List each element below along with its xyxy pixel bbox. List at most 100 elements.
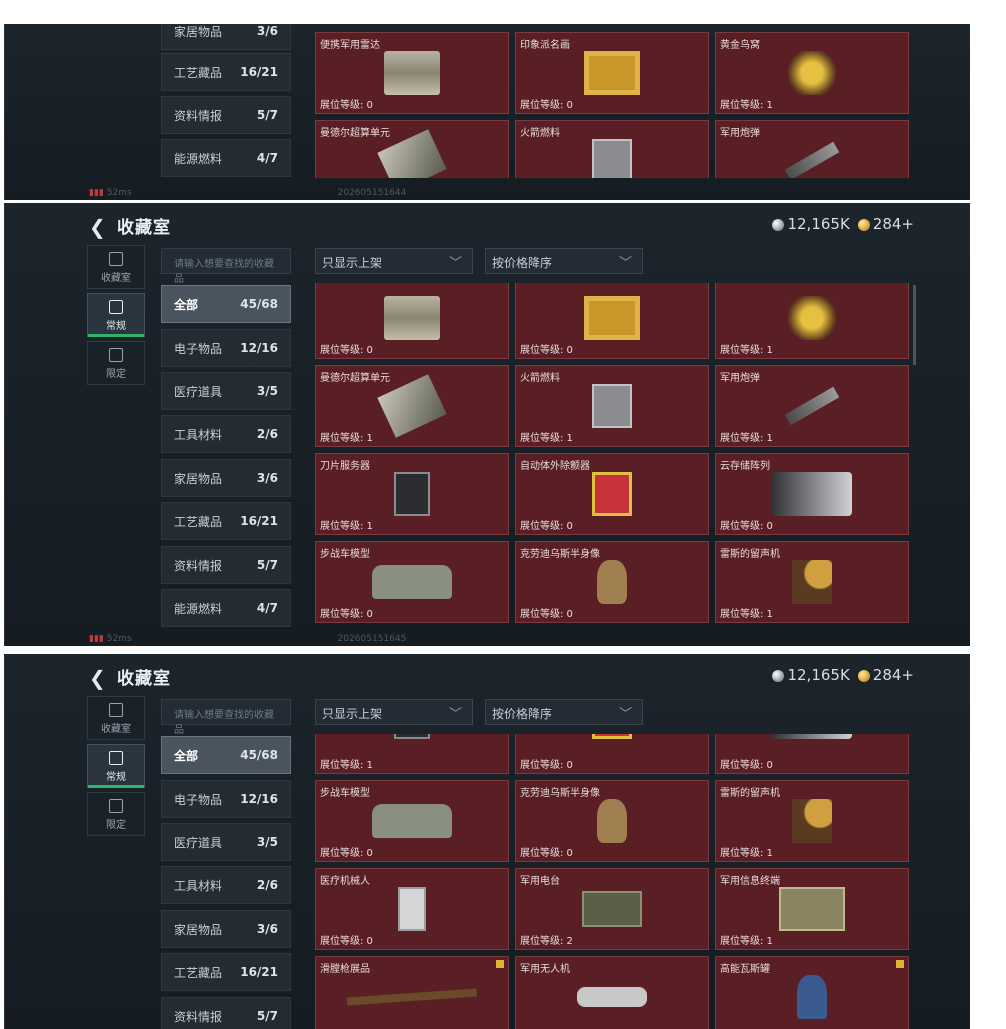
server-icon xyxy=(394,472,430,516)
item-card[interactable]: 雷斯的留声机 展位等级: 1 xyxy=(715,541,909,623)
sidebar-item-limited[interactable]: 限定 xyxy=(87,341,145,385)
sidebar-item-collection[interactable]: 收藏室 xyxy=(87,696,145,740)
item-card[interactable]: 黄金鸟窝 展位等级: 1 xyxy=(715,32,909,114)
gold-nest-icon xyxy=(784,51,840,95)
item-card[interactable]: 步战车模型 展位等级: 0 xyxy=(315,541,509,623)
fuel-can-icon xyxy=(592,139,632,178)
item-card[interactable]: 印象派名画 展位等级: 0 xyxy=(515,32,709,114)
item-card[interactable]: 克劳迪乌斯半身像 展位等级: 0 xyxy=(515,780,709,862)
shell-icon xyxy=(784,141,840,178)
filter-dropdown[interactable]: 只显示上架 ﹀ xyxy=(315,699,473,725)
bust-icon xyxy=(597,799,627,843)
sort-dropdown[interactable]: 按价格降序 ﹀ xyxy=(485,248,643,274)
silver-coin-icon xyxy=(772,669,785,682)
item-card[interactable]: 火箭燃料 展位等级: 1 xyxy=(515,365,709,447)
item-card[interactable]: 展位等级: 1 xyxy=(715,283,909,359)
category-crafts[interactable]: 工艺藏品 16/21 xyxy=(161,502,291,540)
sidebar-item-regular[interactable]: 常规 xyxy=(87,293,145,337)
chevron-down-icon: ﹀ xyxy=(618,256,632,271)
item-card[interactable]: 曼德尔超算单元 xyxy=(315,120,509,178)
category-electronics[interactable]: 电子物品 12/16 xyxy=(161,329,291,367)
storage-icon xyxy=(772,472,852,516)
server-icon xyxy=(394,734,430,739)
fuel-can-icon xyxy=(592,384,632,428)
item-card[interactable]: 火箭燃料 xyxy=(515,120,709,178)
drone-icon xyxy=(577,987,647,1007)
new-badge xyxy=(496,960,504,968)
radar-icon xyxy=(384,51,440,95)
category-intel[interactable]: 资料情报 5/7 xyxy=(161,546,291,584)
category-intel[interactable]: 资料情报 5/7 xyxy=(161,96,291,134)
header: ❮ 收藏室 12,165K 284+ xyxy=(5,654,970,700)
item-card[interactable]: 滑膛枪展品 xyxy=(315,956,509,1029)
status-bar: ▮▮▮ 52ms 202605151644 xyxy=(89,188,407,198)
item-card[interactable]: 展位等级: 1 xyxy=(315,734,509,774)
collection-panel-mid: ❮ 收藏室 12,165K 284+ 收藏室 常规 限定 请输入想要查找的收藏品… xyxy=(4,203,970,646)
item-card[interactable]: 军用信息终端 展位等级: 1 xyxy=(715,868,909,950)
category-tools[interactable]: 工具材料 2/6 xyxy=(161,415,291,453)
sidebar-item-regular[interactable]: 常规 xyxy=(87,744,145,788)
collection-panel-bottom: ❮ 收藏室 12,165K 284+ 收藏室 常规 限定 请输入想要查找的收藏品… xyxy=(4,654,970,1029)
item-card[interactable]: 军用炮弹 展位等级: 1 xyxy=(715,365,909,447)
item-card[interactable]: 展位等级: 0 xyxy=(315,283,509,359)
radar-icon xyxy=(384,296,440,340)
status-bar: ▮▮▮ 52ms 202605151645 xyxy=(89,634,407,644)
item-card[interactable]: 云存储阵列 展位等级: 0 xyxy=(715,453,909,535)
search-input[interactable]: 请输入想要查找的收藏品 xyxy=(161,699,291,736)
category-home[interactable]: 家居物品 3/6 xyxy=(161,24,291,50)
category-medical[interactable]: 医疗道具 3/5 xyxy=(161,372,291,410)
category-home[interactable]: 家居物品 3/6 xyxy=(161,910,291,948)
item-card[interactable]: 高能瓦斯罐 xyxy=(715,956,909,1029)
chevron-down-icon: ﹀ xyxy=(618,707,632,722)
item-card[interactable]: 展位等级: 0 xyxy=(515,283,709,359)
gold-coin-icon xyxy=(857,218,870,231)
robot-icon xyxy=(398,887,426,931)
ifv-icon xyxy=(372,565,452,599)
category-all[interactable]: 全部 45/68 xyxy=(161,736,291,774)
sort-dropdown[interactable]: 按价格降序 ﹀ xyxy=(485,699,643,725)
category-energy[interactable]: 能源燃料 4/7 xyxy=(161,139,291,177)
category-electronics[interactable]: 电子物品 12/16 xyxy=(161,780,291,818)
item-card[interactable]: 自动体外除颤器 展位等级: 0 xyxy=(515,453,709,535)
signal-icon: ▮▮▮ xyxy=(89,634,107,644)
category-intel[interactable]: 资料情报 5/7 xyxy=(161,997,291,1029)
category-medical[interactable]: 医疗道具 3/5 xyxy=(161,823,291,861)
regular-icon xyxy=(109,751,123,765)
item-card[interactable]: 刀片服务器 展位等级: 1 xyxy=(315,453,509,535)
gas-tank-icon xyxy=(797,975,827,1019)
filter-dropdown[interactable]: 只显示上架 ﹀ xyxy=(315,248,473,274)
back-arrow-icon[interactable]: ❮ xyxy=(89,215,115,239)
category-tools[interactable]: 工具材料 2/6 xyxy=(161,866,291,904)
limited-icon xyxy=(109,348,123,362)
item-card[interactable]: 雷斯的留声机 展位等级: 1 xyxy=(715,780,909,862)
back-arrow-icon[interactable]: ❮ xyxy=(89,666,115,690)
item-card[interactable]: 军用电台 展位等级: 2 xyxy=(515,868,709,950)
item-card[interactable]: 展位等级: 0 xyxy=(515,734,709,774)
category-all[interactable]: 全部 45/68 xyxy=(161,285,291,323)
chevron-down-icon: ﹀ xyxy=(448,256,462,271)
sidebar-item-collection[interactable]: 收藏室 xyxy=(87,245,145,289)
header: ❮ 收藏室 12,165K 284+ xyxy=(5,203,970,249)
search-input[interactable]: 请输入想要查找的收藏品 xyxy=(161,248,291,285)
item-card[interactable]: 军用无人机 xyxy=(515,956,709,1029)
sidebar-item-limited[interactable]: 限定 xyxy=(87,792,145,836)
category-home[interactable]: 家居物品 3/6 xyxy=(161,459,291,497)
category-crafts[interactable]: 工艺藏品 16/21 xyxy=(161,53,291,91)
signal-icon: ▮▮▮ xyxy=(89,188,107,198)
item-card[interactable]: 步战车模型 展位等级: 0 xyxy=(315,780,509,862)
phonograph-icon xyxy=(792,560,832,604)
scrollbar[interactable] xyxy=(913,285,916,365)
chevron-down-icon: ﹀ xyxy=(448,707,462,722)
category-energy[interactable]: 能源燃料 4/7 xyxy=(161,589,291,627)
aed-icon xyxy=(592,734,632,739)
item-card[interactable]: 医疗机械人 展位等级: 0 xyxy=(315,868,509,950)
item-card[interactable]: 便携军用雷达 展位等级: 0 xyxy=(315,32,509,114)
bust-icon xyxy=(597,560,627,604)
painting-icon xyxy=(584,51,640,95)
storage-icon xyxy=(772,734,852,739)
item-card[interactable]: 军用炮弹 xyxy=(715,120,909,178)
item-card[interactable]: 曼德尔超算单元 展位等级: 1 xyxy=(315,365,509,447)
item-card[interactable]: 克劳迪乌斯半身像 展位等级: 0 xyxy=(515,541,709,623)
item-card[interactable]: 展位等级: 0 xyxy=(715,734,909,774)
category-crafts[interactable]: 工艺藏品 16/21 xyxy=(161,953,291,991)
